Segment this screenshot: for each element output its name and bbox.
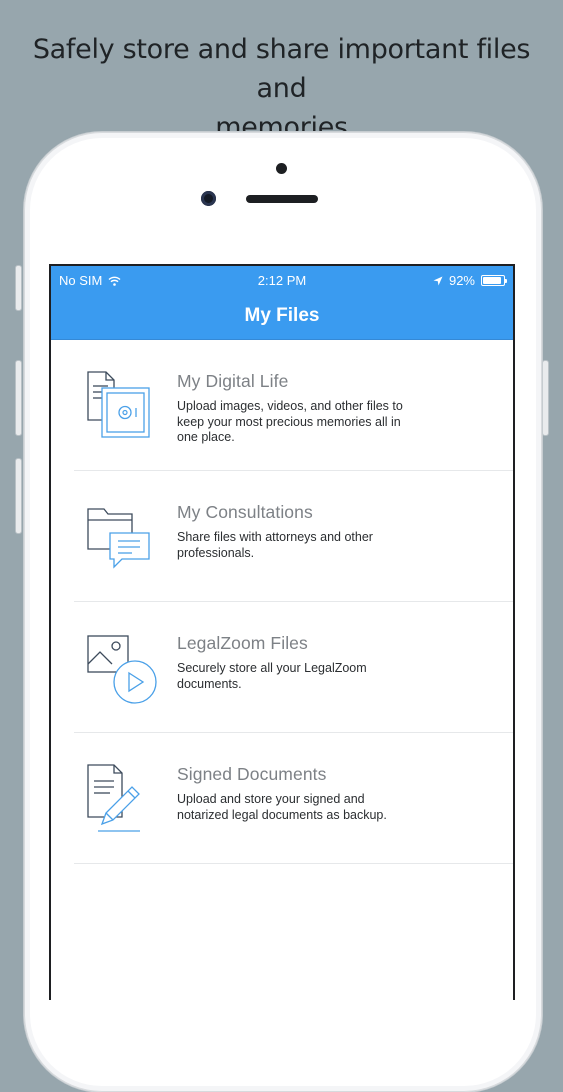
status-bar: No SIM 2:12 PM 92% <box>51 266 513 294</box>
list-item-text: Signed Documents Upload and store your s… <box>177 764 495 823</box>
description-line: keep your most precious memories all in <box>177 414 401 429</box>
list-item-title: My Consultations <box>177 502 313 522</box>
description-line: Upload and store your signed and <box>177 792 365 806</box>
description-line: professionals. <box>177 545 255 560</box>
description-line: notarized legal documents as backup. <box>177 807 387 822</box>
list-item-my-consultations[interactable]: My Consultations Share files with attorn… <box>74 471 513 602</box>
list-item-title: Signed Documents <box>177 764 327 784</box>
location-arrow-icon <box>433 276 443 285</box>
folder-chat-icon <box>87 508 150 569</box>
list-item-my-digital-life[interactable]: My Digital Life Upload images, videos, a… <box>74 340 513 471</box>
promo-headline-line-1: Safely store and share important files a… <box>32 34 531 104</box>
nav-title: My Files <box>51 294 513 340</box>
list-item-title: LegalZoom Files <box>177 633 308 653</box>
list-item-text: My Digital Life Upload images, videos, a… <box>177 371 495 446</box>
files-list: My Digital Life Upload images, videos, a… <box>51 340 513 864</box>
status-right: 92% <box>433 273 507 288</box>
list-item-signed-documents[interactable]: Signed Documents Upload and store your s… <box>74 733 513 864</box>
list-item-description: Upload images, videos, and other files t… <box>177 399 495 446</box>
list-item-description: Upload and store your signed and notariz… <box>177 792 495 823</box>
phone-mute-switch <box>15 265 22 311</box>
description-line: one place. <box>177 430 235 444</box>
list-item-legalzoom-files[interactable]: LegalZoom Files Securely store all your … <box>74 602 513 733</box>
description-line: documents. <box>177 676 242 691</box>
promo-headline: Safely store and share important files a… <box>10 30 553 147</box>
list-item-title: My Digital Life <box>177 371 289 391</box>
description-line: Upload images, videos, and other files t… <box>177 399 403 413</box>
list-item-text: LegalZoom Files Securely store all your … <box>177 633 495 692</box>
phone-volume-down-button <box>15 458 22 534</box>
description-line: Securely store all your LegalZoom <box>177 661 367 675</box>
list-item-description: Securely store all your LegalZoom docume… <box>177 661 495 692</box>
list-item-description: Share files with attorneys and other pro… <box>177 530 495 561</box>
phone-screen: No SIM 2:12 PM 92% My Files My Digital L… <box>49 264 515 1000</box>
document-pen-icon <box>87 764 140 832</box>
description-line: Share files with attorneys and other <box>177 530 373 544</box>
image-play-icon <box>87 635 157 704</box>
phone-volume-up-button <box>15 360 22 436</box>
battery-fill <box>483 277 502 284</box>
earpiece-speaker <box>246 195 318 203</box>
battery-icon <box>481 275 507 286</box>
proximity-sensor <box>276 163 287 174</box>
battery-percentage: 92% <box>448 273 475 288</box>
phone-power-button <box>542 360 549 436</box>
front-camera <box>201 191 216 206</box>
vault-documents-icon <box>87 371 150 438</box>
list-item-text: My Consultations Share files with attorn… <box>177 502 495 561</box>
